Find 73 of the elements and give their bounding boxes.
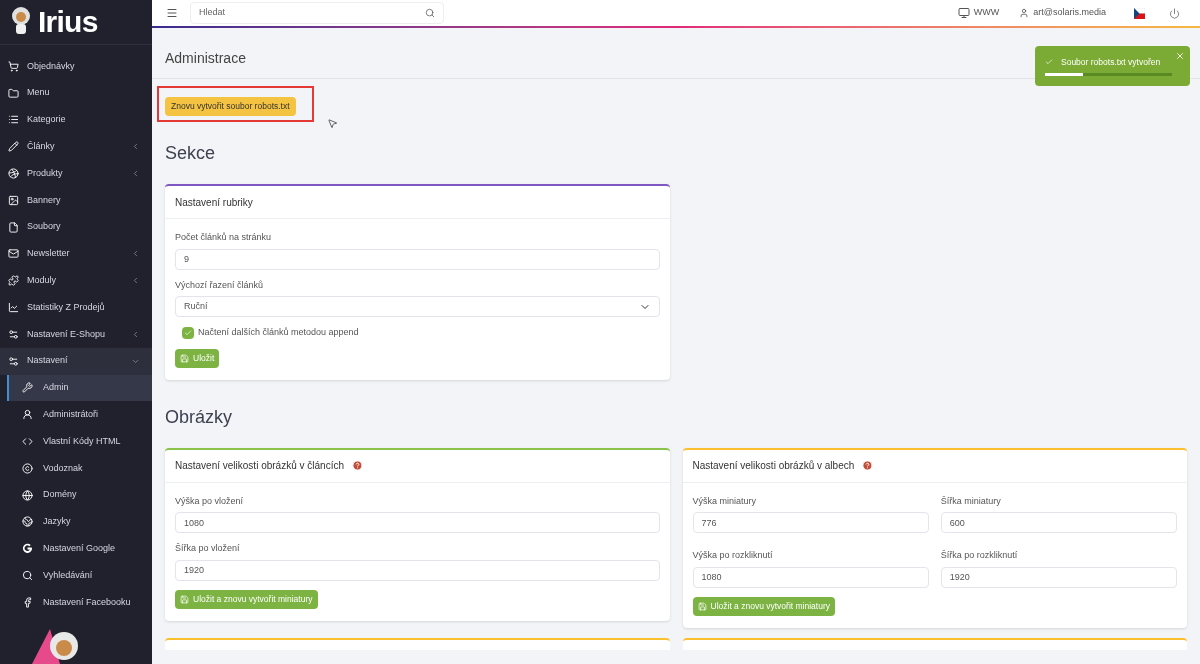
flag-icon[interactable] [1134,7,1145,19]
sidebar-subitem[interactable]: Vlastní Kódy HTML [7,428,152,455]
sidebar-subitem[interactable]: Administrátoři [7,401,152,429]
field-label: Výška miniatury [692,494,758,508]
search-field[interactable]: Hledat [190,2,444,24]
sidebar-subitem[interactable]: Nastavení Google [7,535,152,563]
card-title: Nastavení velikosti obrázků v článcích [175,459,344,473]
field-label: Výchozí řazení článků [175,278,265,292]
sidebar-item[interactable]: Produkty [0,160,152,187]
page-title: Administrace [165,49,246,68]
sidebar-subitem[interactable]: Jazyky [7,508,152,536]
facebook-icon [22,596,33,608]
sidebar-item[interactable]: Newsletter [0,240,152,268]
section-title: Sekce [165,142,217,165]
checkbox[interactable] [182,326,194,339]
www-link[interactable]: WWW [957,6,1000,20]
robots-button[interactable]: Znovu vytvořit soubor robots.txt [165,96,296,116]
sidebar-item[interactable]: Statistiky Z Prodejů [0,294,152,321]
field-label: Výška po vložení [175,494,245,508]
sidebar-subitem[interactable]: Vodoznak [7,454,152,482]
wrench-icon [22,382,33,394]
search-icon [22,570,33,582]
help-icon[interactable] [351,460,363,471]
sidebar-item[interactable]: Nastavení [0,347,152,375]
sidebar-subitem[interactable]: Domény [7,481,152,509]
input-field[interactable]: 776 [692,512,929,533]
globe-icon [22,489,33,501]
field-label: Výška po rozkliknutí [692,549,774,562]
power-icon[interactable] [1169,7,1180,19]
input-field[interactable]: 1920 [175,559,660,581]
cursor-icon [327,118,338,129]
sidebar-item[interactable]: Bannery [0,187,152,214]
monitor-icon [957,7,970,19]
logo-text: Irius [38,7,98,37]
user-icon [1019,8,1030,18]
sidebar-item[interactable]: Nastavení E-Shopu [0,320,152,348]
globe-icon [22,516,33,528]
sidebar-item[interactable]: Moduly [0,267,152,295]
user-icon [22,409,33,421]
copyright-icon [22,462,33,474]
sidebar-item[interactable]: Kategorie [0,106,152,134]
sidebar-item[interactable]: Menu [0,79,152,107]
help-icon[interactable] [862,460,874,471]
check-icon [1045,58,1053,66]
sidebar-item[interactable]: Soubory [0,213,152,241]
sidebar-item[interactable]: Objednávky [0,53,152,80]
code-icon [22,436,33,448]
select-field[interactable]: Ruční [175,296,660,317]
field-label: Šířka miniatury [940,494,1002,508]
toast-message: Soubor robots.txt vytvořen [1061,55,1161,69]
card-title: Nastavení rubriky [175,195,253,210]
section-title: Obrázky [165,405,234,429]
field-label: Šířka po vložení [175,542,241,555]
field-label: Šířka po rozkliknutí [940,549,1019,562]
sidebar-subitem[interactable]: Admin [7,374,152,402]
google-g-icon [22,543,33,555]
user-link[interactable]: art@solaris.media [1019,6,1106,20]
search-icon [425,8,435,18]
sidebar-item[interactable]: Články [0,133,152,161]
card-title: Nastavení velikosti obrázků v albech [692,459,855,473]
field-label: Počet článků na stránku [175,231,273,244]
input-field[interactable]: 1080 [175,512,660,533]
input-field[interactable]: 1920 [940,566,1177,588]
checkbox-label: Načtení dalších článků metodou append [198,326,359,339]
save-icon [180,594,189,604]
save-icon [697,601,707,611]
sidebar-subitem[interactable]: Vyhledávání [7,562,152,589]
save-icon [180,353,189,363]
input-field[interactable]: 9 [175,248,660,270]
check-icon [184,328,192,337]
input-field[interactable]: 600 [940,512,1177,533]
input-field[interactable]: 1080 [692,566,929,588]
sidebar-subitem[interactable]: Nastavení Facebooku [7,588,152,616]
